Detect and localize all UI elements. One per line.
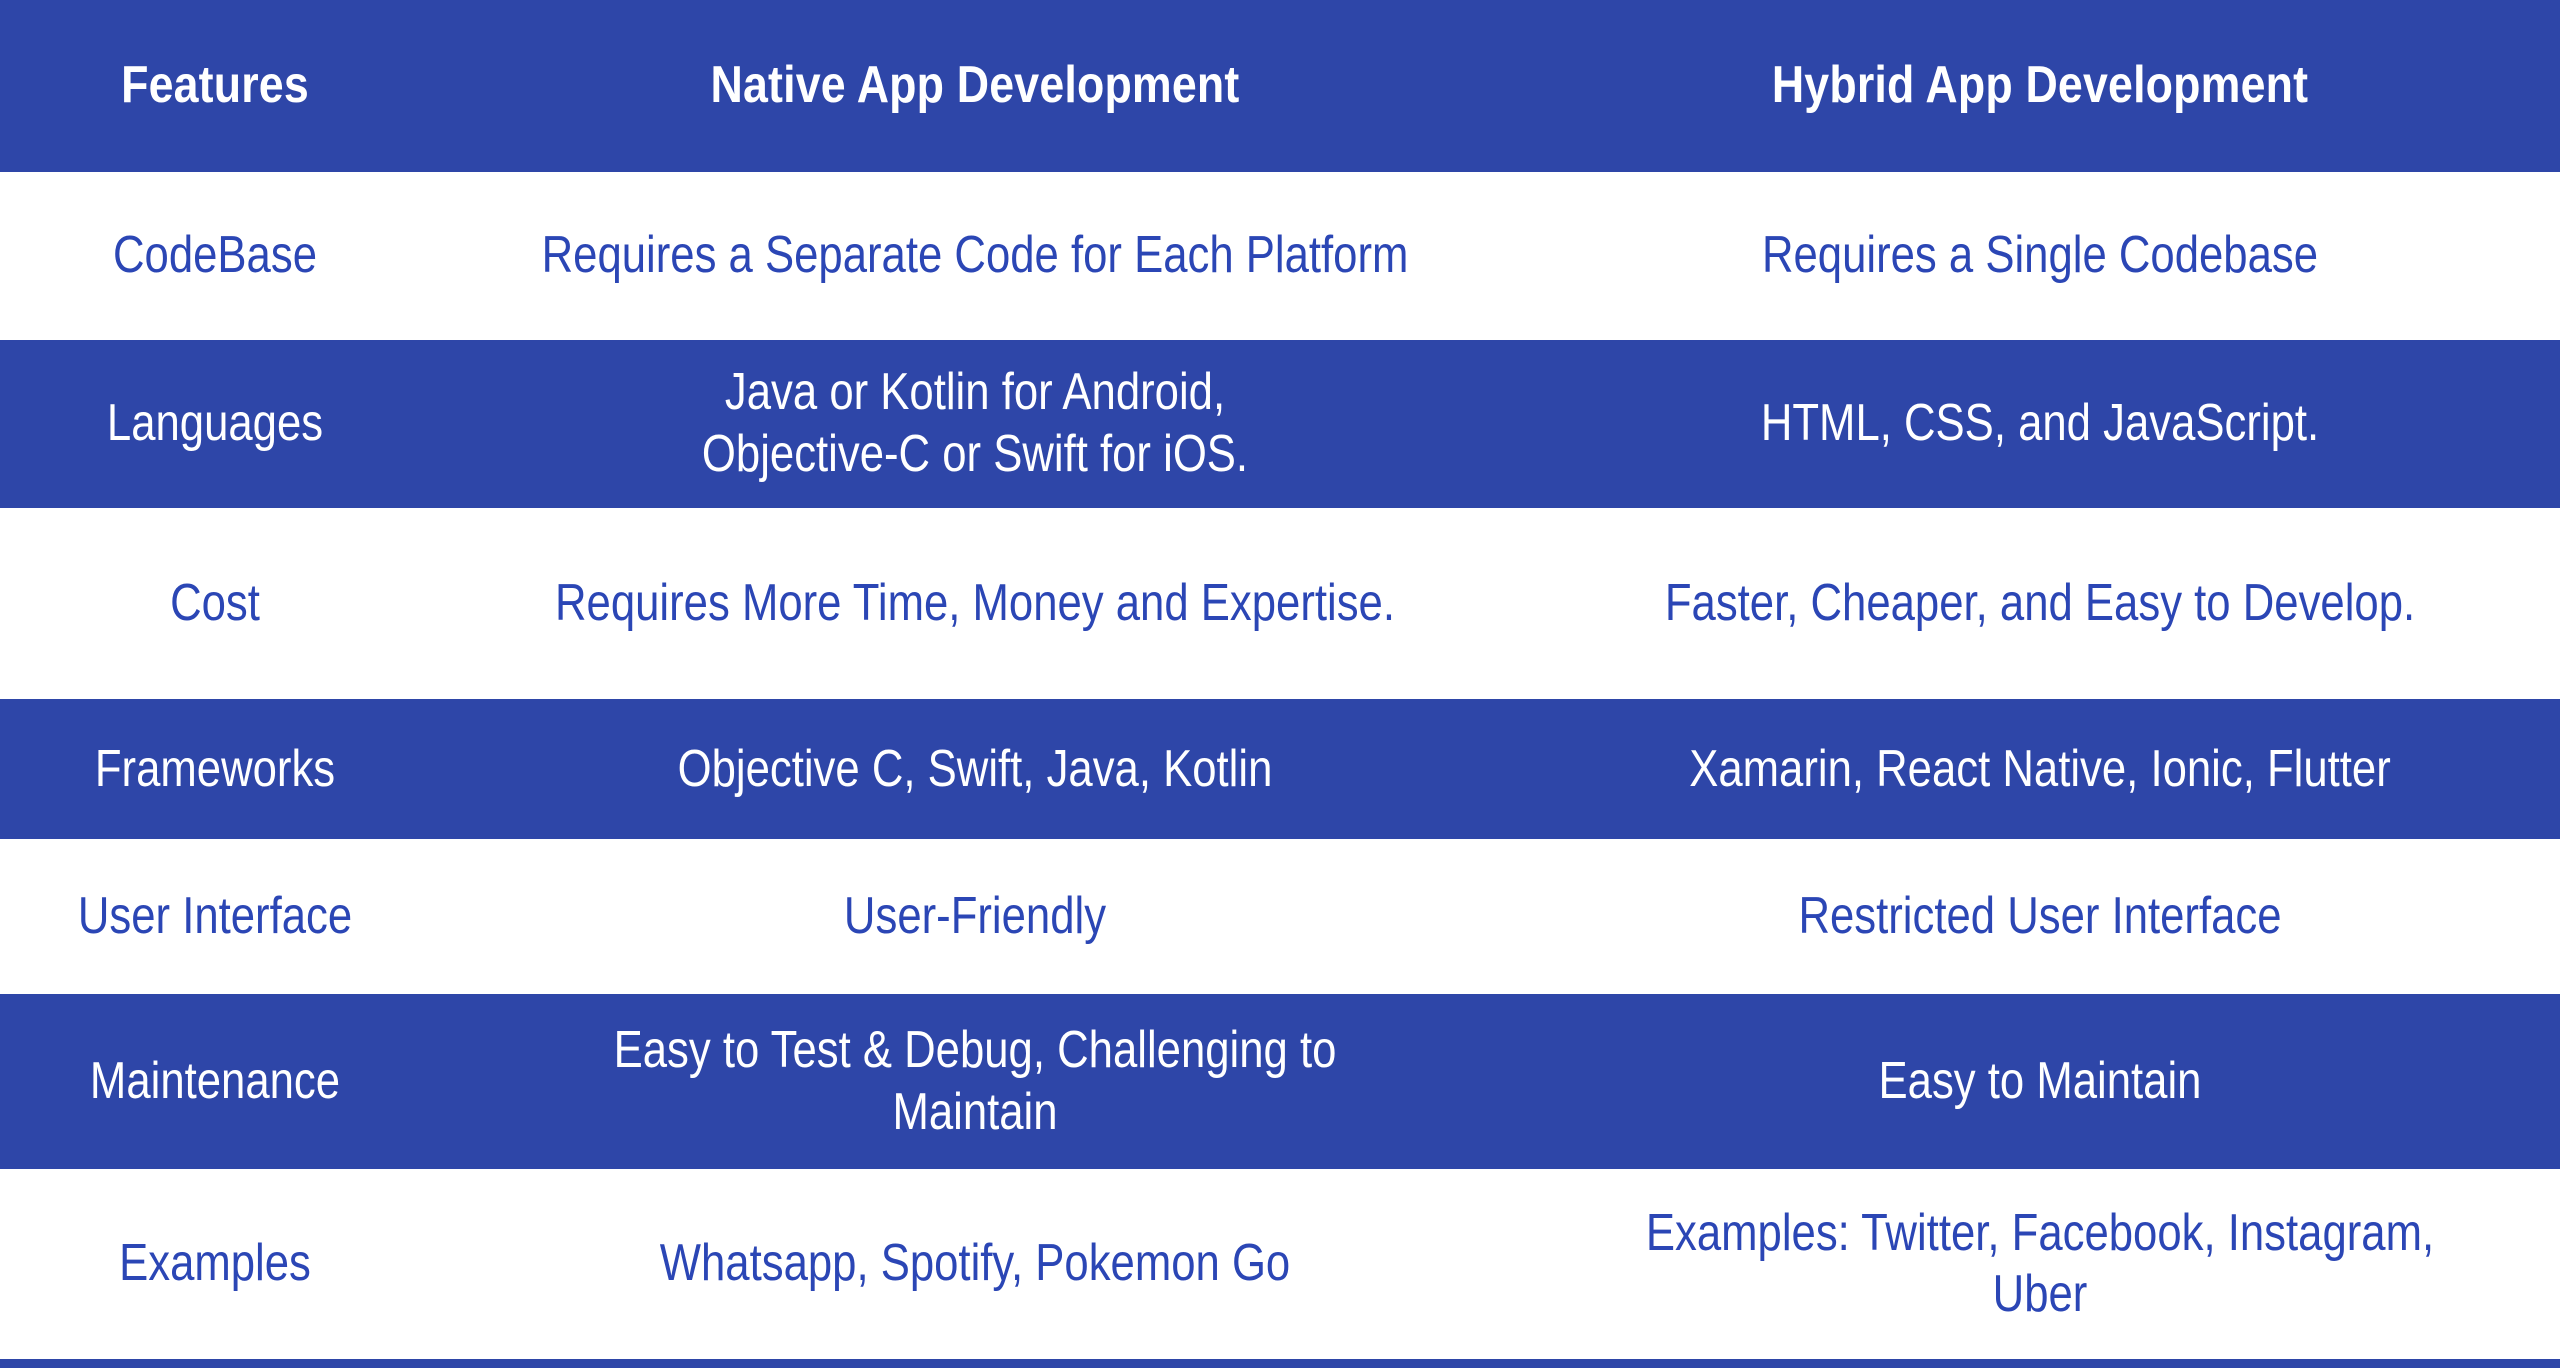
row-native-languages: Java or Kotlin for Android, Objective-C … [517,362,1433,485]
cell-feature-label: Languages [106,394,324,452]
cell-native-value: Java or Kotlin for Android, Objective-C … [701,363,1249,483]
cell-hybrid-value: Requires a Single Codebase [1761,226,2319,285]
row-native-maintenance: Easy to Test & Debug, Challenging to Mai… [517,1020,1433,1143]
cell-native-value: Objective C, Swift, Java, Kotlin [677,739,1273,798]
table-row: Maintenance Easy to Test & Debug, Challe… [0,994,2560,1170]
cell-native-value: User-Friendly [843,887,1107,946]
row-hybrid-examples: Examples: Twitter, Facebook, Instagram, … [1603,1203,2477,1326]
table-row: Languages Java or Kotlin for Android, Ob… [0,339,2560,508]
cell-hybrid-value: Xamarin, React Native, Ionic, Flutter [1689,739,2391,798]
row-hybrid-languages: HTML, CSS, and JavaScript. [1603,393,2477,454]
column-header-native-label: Native App Development [710,56,1240,115]
row-hybrid-frameworks: Xamarin, React Native, Ionic, Flutter [1603,739,2477,800]
cell-feature-label: Maintenance [89,1052,341,1111]
row-hybrid-user-interface: Restricted User Interface [1603,886,2477,947]
row-native-codebase: Requires a Separate Code for Each Platfo… [517,225,1433,286]
row-feature-languages: Languages [34,393,395,454]
column-header-features: Features [30,55,400,116]
cell-feature-label: Examples [119,1234,311,1293]
row-native-user-interface: User-Friendly [517,886,1433,947]
cell-feature-label: CodeBase [113,226,317,285]
column-header-hybrid-label: Hybrid App Development [1771,56,2309,115]
column-header-native-app-development: Native App Development [506,55,1443,116]
cell-feature-label: Frameworks [94,739,336,798]
cell-feature-label: User Interface [77,887,353,946]
row-feature-user-interface: User Interface [34,886,395,947]
cell-native-value: Requires a Separate Code for Each Platfo… [541,226,1409,285]
row-hybrid-maintenance: Easy to Maintain [1603,1051,2477,1112]
comparison-table: Features Native App Development Hybrid A… [0,0,2560,1368]
table-row: Examples Whatsapp, Spotify, Pokemon Go E… [0,1169,2560,1359]
row-feature-examples: Examples [34,1233,395,1294]
row-hybrid-codebase: Requires a Single Codebase [1603,225,2477,286]
cell-hybrid-value: Faster, Cheaper, and Easy to Develop. [1664,573,2416,632]
cell-hybrid-value: HTML, CSS, and JavaScript. [1760,394,2320,452]
table-header-row: Features Native App Development Hybrid A… [0,0,2560,172]
table-row: CodeBase Requires a Separate Code for Ea… [0,171,2560,340]
row-native-frameworks: Objective C, Swift, Java, Kotlin [517,739,1433,800]
row-feature-cost: Cost [34,573,395,634]
cell-hybrid-value: Restricted User Interface [1798,887,2282,946]
cell-native-value: Easy to Test & Debug, Challenging to Mai… [613,1021,1337,1141]
table-row: User Interface User-Friendly Restricted … [0,839,2560,995]
row-feature-codebase: CodeBase [34,225,395,286]
table-row: Frameworks Objective C, Swift, Java, Kot… [0,699,2560,840]
cell-hybrid-value: Examples: Twitter, Facebook, Instagram, … [1645,1203,2435,1324]
row-native-cost: Requires More Time, Money and Expertise. [517,573,1433,634]
column-header-features-label: Features [121,56,309,115]
row-native-examples: Whatsapp, Spotify, Pokemon Go [517,1233,1433,1294]
cell-hybrid-value: Easy to Maintain [1878,1052,2202,1111]
row-hybrid-cost: Faster, Cheaper, and Easy to Develop. [1603,573,2477,634]
table-row: Cost Requires More Time, Money and Exper… [0,507,2560,700]
cell-feature-label: Cost [170,573,260,632]
cell-native-value: Whatsapp, Spotify, Pokemon Go [659,1234,1291,1293]
table-bottom-rule [0,1359,2560,1368]
column-header-hybrid-app-development: Hybrid App Development [1593,55,2487,116]
cell-native-value: Requires More Time, Money and Expertise. [555,573,1395,632]
row-feature-maintenance: Maintenance [34,1051,395,1112]
row-feature-frameworks: Frameworks [34,739,395,800]
